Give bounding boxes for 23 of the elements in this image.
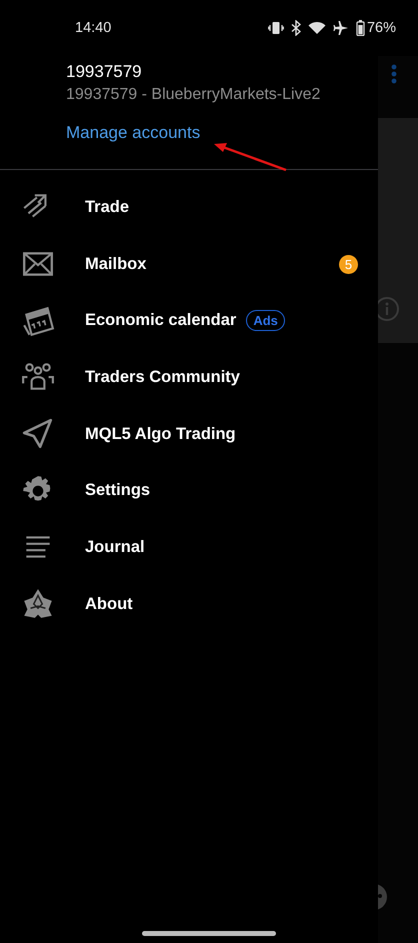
wifi-icon [308, 21, 326, 35]
menu-item[interactable]: Mailbox 5 [0, 236, 378, 292]
home-indicator[interactable] [142, 931, 276, 936]
unread-count-badge: 5 [339, 254, 358, 274]
account-server: 19937579 - BlueberryMarkets-Live2 [66, 85, 320, 105]
bluetooth-icon [290, 20, 301, 36]
menu-item[interactable]: Settings [0, 462, 378, 520]
manage-accounts-link[interactable]: Manage accounts [66, 122, 200, 144]
menu-item[interactable]: About [0, 576, 378, 632]
airplane-icon [332, 20, 349, 36]
menu-item[interactable]: MQL5 Algo Trading [0, 406, 378, 462]
ads-tag: Ads [246, 310, 285, 332]
info-icon[interactable] [378, 296, 400, 322]
more-options-icon[interactable] [391, 64, 397, 84]
vibrate-icon [268, 20, 284, 36]
battery-icon [356, 20, 365, 36]
menu-item[interactable]: Trade [0, 179, 378, 236]
menu-item[interactable]: Economic calendar Ads [0, 292, 378, 350]
menu-item[interactable]: Traders Community [0, 349, 378, 406]
menu-item[interactable]: Journal [0, 519, 378, 576]
battery-level: 76% [366, 20, 396, 36]
status-time: 14:40 [75, 20, 112, 36]
account-number: 19937579 [66, 62, 142, 82]
